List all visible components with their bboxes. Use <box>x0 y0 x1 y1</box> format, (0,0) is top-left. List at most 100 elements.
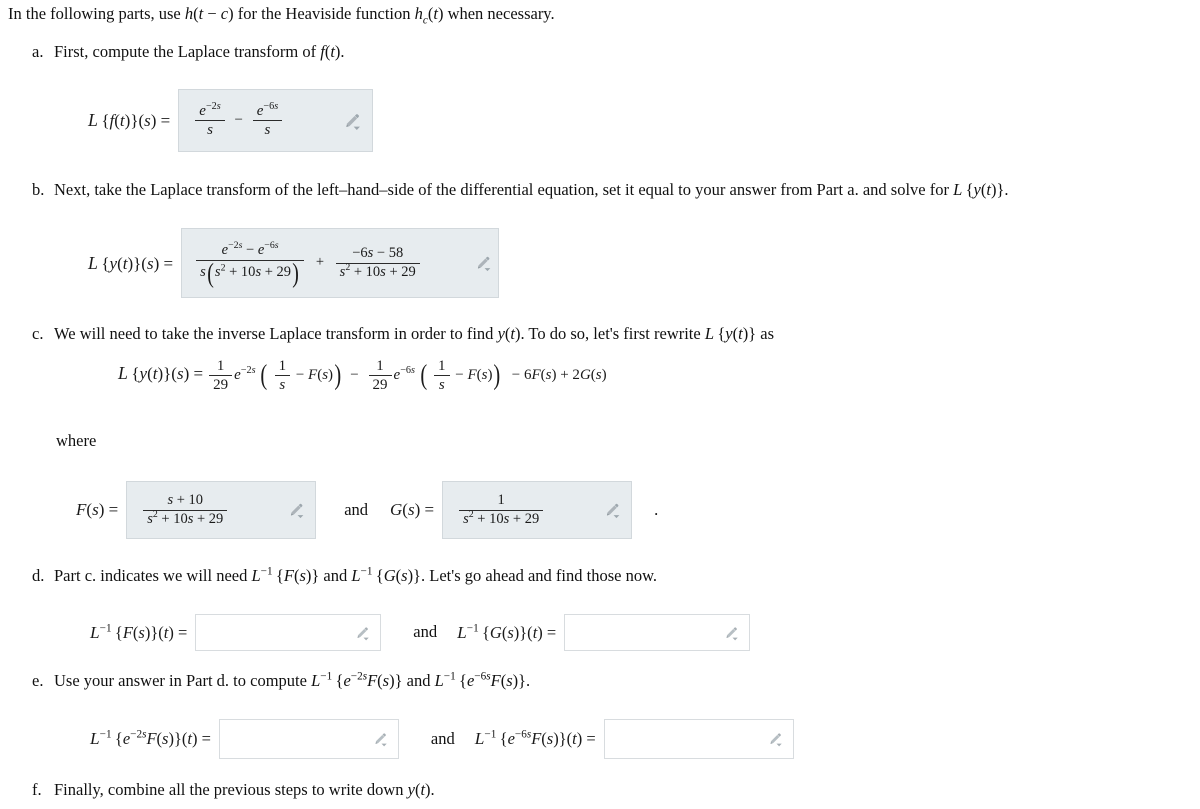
part-b-fraction-1: e−2s − e−6s s(s2 + 10s + 29) <box>196 241 305 286</box>
part-c-text: c. We will need to take the inverse Lapla… <box>32 324 774 345</box>
pencil-dropdown-icon[interactable] <box>271 500 307 520</box>
G-answer-expression: 1 s2 + 10s + 29 <box>457 492 545 528</box>
part-c-group-2-denominator: s <box>434 375 450 393</box>
part-c-lhs: L {y(t)}(s) = <box>118 363 204 384</box>
part-c-math-y: y(t) <box>497 324 521 343</box>
part-d-and-label: and <box>413 622 438 642</box>
part-c-text-mid: . To do so, let's first rewrite <box>520 324 705 343</box>
part-b-answer-box[interactable]: e−2s − e−6s s(s2 + 10s + 29) + −6s − 58 … <box>181 228 500 298</box>
part-c-text-before: We will need to take the inverse Laplace… <box>54 324 498 343</box>
intro-text-after: when necessary. <box>443 4 555 23</box>
intro-text-before: In the following parts, use <box>8 4 185 23</box>
part-b-math-ly: L {y(t)} <box>953 180 1005 199</box>
F-numerator: s + 10 <box>167 491 204 508</box>
part-d-math-invF: L−1 {F(s)} <box>251 565 320 585</box>
part-f-text-after: . <box>430 780 435 799</box>
G-answer-box[interactable]: 1 s2 + 10s + 29 <box>442 481 633 539</box>
part-a-label: a. <box>32 42 44 61</box>
pencil-dropdown-icon[interactable] <box>707 624 741 642</box>
part-a-lhs: L {f(t)}(s) = <box>88 110 171 130</box>
part-d-right-lhs: L−1 {G(s)}(t) = <box>457 622 557 642</box>
part-d-text-after: . Let's go ahead and find those now. <box>420 566 658 585</box>
part-c-group-1-denominator: s <box>274 375 291 393</box>
worksheet-page: In the following parts, use h(t − c) for… <box>0 0 1200 809</box>
where-label: where <box>56 431 97 450</box>
part-c-coef-1: 1 29 <box>209 358 233 393</box>
part-c-group-1-open-paren: ( <box>260 359 268 391</box>
F-lhs: F(s) = <box>76 500 119 519</box>
part-e-right-lhs: L−1 {e−6sF(s)}(t) = <box>474 728 596 748</box>
part-b-fraction-2: −6s − 58 s2 + 10s + 29 <box>335 244 420 281</box>
part-a-operator: − <box>234 111 243 128</box>
part-e-right-input[interactable] <box>603 719 794 759</box>
pencil-dropdown-icon[interactable] <box>356 730 390 748</box>
part-c-group-1-numerator: 1 <box>278 358 287 374</box>
part-c-text-after: as <box>756 324 774 343</box>
intro-math-heaviside-shift: h(t − c) <box>184 4 234 23</box>
part-b-fraction-2-numerator: −6s − 58 <box>352 244 404 261</box>
pencil-dropdown-icon[interactable] <box>326 110 364 132</box>
G-lhs: G(s) = <box>390 500 435 519</box>
pencil-dropdown-icon[interactable] <box>751 730 785 748</box>
F-answer-box[interactable]: s + 10 s2 + 10s + 29 <box>126 481 317 539</box>
part-a-answer-box[interactable]: e−2s s − e−6s s <box>178 89 374 152</box>
part-c-math-ly: L {y(t)} <box>704 324 757 343</box>
pencil-dropdown-icon[interactable] <box>587 500 623 520</box>
part-c-coef-1-numerator: 1 <box>216 358 225 374</box>
part-c-group-1-close-paren: ) <box>334 359 342 391</box>
part-a-text: a. First, compute the Laplace transform o… <box>32 42 345 63</box>
part-a-text-after: . <box>340 42 345 61</box>
part-c-group-2-fraction: 1 s <box>434 358 450 393</box>
part-a-answer-expression: e−2s s − e−6s s <box>193 100 284 138</box>
part-e-left-input[interactable] <box>218 719 399 759</box>
part-d-text-before: Part c. indicates we will need <box>54 566 252 585</box>
part-b-lhs: L {y(t)}(s) = <box>88 252 174 273</box>
part-a-text-before: First, compute the Laplace transform of <box>54 42 321 61</box>
part-d-text-mid: and <box>319 566 352 585</box>
part-b-text: b. Next, take the Laplace transform of th… <box>32 180 1200 201</box>
F-denominator: s2 + 10s + 29 <box>143 509 228 528</box>
part-c-coef-2: 1 29 <box>368 358 392 393</box>
part-c-coef-1-denominator: 29 <box>209 375 233 393</box>
part-c-display-equation: L {y(t)}(s) = 1 29 e−2s ( 1 s − F(s)) − … <box>118 358 607 393</box>
part-e-text-mid: and <box>402 671 435 690</box>
part-c-coef-2-denominator: 29 <box>368 375 392 393</box>
definitions-period: . <box>654 499 659 519</box>
part-c-group-2-F: F(s) <box>467 367 493 384</box>
definitions-and-label: and <box>344 499 369 519</box>
part-b-operator: + <box>315 254 325 271</box>
intro-math-heaviside: hc(t) <box>414 4 444 27</box>
part-f-text-before: Finally, combine all the previous steps … <box>54 780 408 799</box>
F-answer-expression: s + 10 s2 + 10s + 29 <box>141 491 229 528</box>
part-b-equation-row: L {y(t)}(s) = e−2s − e−6s s(s2 + 10s + 2… <box>88 228 500 298</box>
part-a-math-f: f(t) <box>320 42 341 61</box>
part-d-answer-row: L−1 {F(s)}(t) = and L−1 {G(s)}(t) = <box>90 614 751 651</box>
part-e-math-inv-e6sF: L−1 {e−6sF(s)} <box>434 670 527 690</box>
part-a-term2-fraction: e−6s s <box>252 101 283 138</box>
part-c-group-2-numerator: 1 <box>438 358 446 374</box>
definitions-row: F(s) = s + 10 s2 + 10s + 29 and G(s) = 1… <box>76 481 658 539</box>
part-c-tail: − 6F(s) + 2G(s) <box>511 367 607 384</box>
part-b-fraction-2-denominator: s2 + 10s + 29 <box>335 262 420 281</box>
part-a-term2-denominator: s <box>252 120 283 138</box>
G-fraction: 1 s2 + 10s + 29 <box>459 492 544 528</box>
part-d-right-input[interactable] <box>564 614 751 651</box>
part-a-term1-denominator: s <box>195 120 225 138</box>
part-c-group-2-close-paren: ) <box>493 359 501 391</box>
part-b-answer-expression: e−2s − e−6s s(s2 + 10s + 29) + −6s − 58 … <box>194 241 422 286</box>
part-b-fraction-1-denominator: s(s2 + 10s + 29) <box>196 258 305 286</box>
intro-text-middle: for the Heaviside function <box>233 4 415 23</box>
part-d-left-input[interactable] <box>195 614 382 651</box>
F-fraction: s + 10 s2 + 10s + 29 <box>143 491 228 528</box>
part-c-group-2-open-paren: ( <box>420 359 427 391</box>
part-e-answer-row: L−1 {e−2sF(s)}(t) = and L−1 {e−6sF(s)}(t… <box>90 719 794 759</box>
part-e-text-after: . <box>526 671 531 690</box>
G-denominator: s2 + 10s + 29 <box>459 509 544 528</box>
pencil-dropdown-icon[interactable] <box>472 253 494 273</box>
part-c-group-2-minus: − <box>455 367 464 384</box>
part-e-text: e. Use your answer in Part d. to compute … <box>32 671 530 692</box>
part-a-term1-numerator: e−2s <box>199 100 221 119</box>
part-e-text-before: Use your answer in Part d. to compute <box>54 671 312 690</box>
pencil-dropdown-icon[interactable] <box>338 624 372 642</box>
part-a-equation-row: L {f(t)}(s) = e−2s s − e−6s s <box>88 89 374 152</box>
